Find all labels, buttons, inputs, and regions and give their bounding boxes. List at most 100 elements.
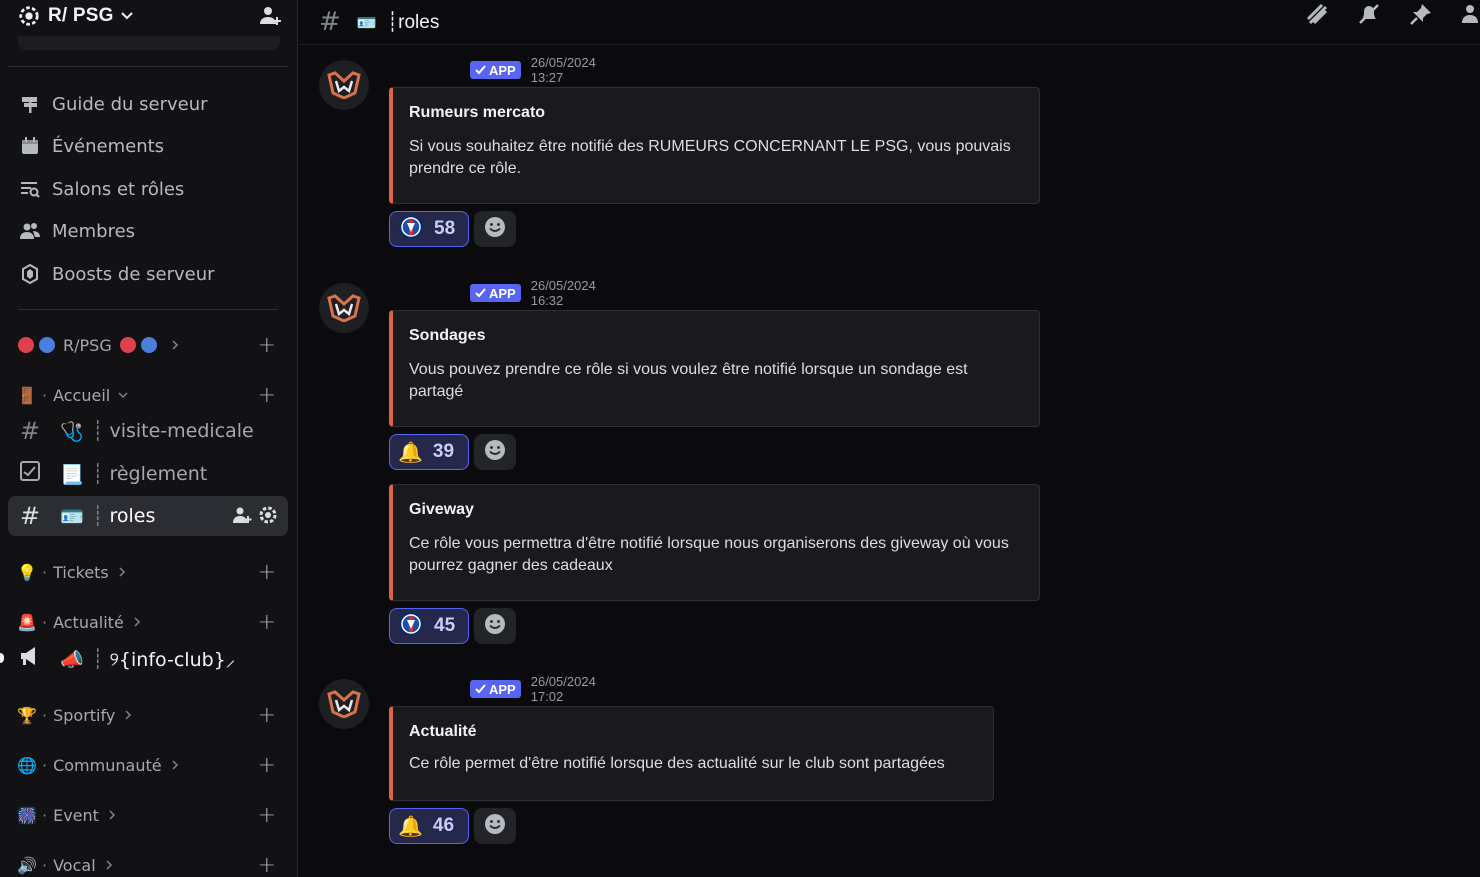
psg-crest-icon (398, 214, 424, 244)
rules-channel-icon (18, 460, 42, 488)
category-accueil[interactable]: 🚪 · Accueil + (17, 382, 280, 408)
reaction-count: 46 (432, 815, 455, 836)
threads-icon[interactable] (1304, 1, 1330, 31)
add-channel-icon[interactable]: + (258, 559, 276, 585)
mute-bell-icon[interactable] (1356, 1, 1382, 31)
category-label: Sportify (53, 705, 116, 725)
channel-label: roles (109, 505, 156, 527)
unread-indicator (0, 653, 4, 663)
reaction-count: 58 (434, 218, 456, 239)
avatar[interactable] (319, 60, 369, 110)
nav-label: Membres (52, 220, 136, 242)
category-event[interactable]: 🎆 · Event + (17, 802, 280, 828)
separator-dot: · (42, 562, 48, 582)
channel-separator: ┊ (92, 648, 104, 670)
category-tickets[interactable]: 💡 · Tickets + (17, 559, 280, 585)
reaction-button[interactable]: 🔔 46 (389, 808, 469, 844)
text-channel-icon: # (19, 417, 41, 445)
reaction-button[interactable]: 45 (389, 608, 469, 644)
text-channel-icon: # (19, 502, 41, 530)
add-channel-icon[interactable]: + (258, 752, 276, 778)
nav-server-boosts[interactable]: Boosts de serveur (8, 255, 288, 293)
member-list-icon[interactable] (1460, 1, 1480, 31)
embed-description: Si vous souhaitez être notifié des RUMEU… (409, 138, 1011, 177)
category-label: Actualité (53, 612, 124, 632)
scroll-shadow (18, 36, 280, 50)
chevron-right-icon (104, 860, 114, 870)
red-circle-icon (18, 337, 34, 353)
nav-members[interactable]: Membres (8, 212, 288, 250)
embed-title: Giveway (409, 501, 474, 518)
siren-icon: 🚨 (17, 612, 37, 632)
nav-label: Guide du serveur (52, 93, 208, 115)
fireworks-icon: 🎆 (17, 805, 37, 825)
door-icon: 🚪 (17, 385, 37, 405)
add-reaction-button[interactable] (474, 434, 516, 470)
calendar-icon (18, 134, 42, 158)
category-label: R/PSG (63, 335, 112, 355)
category-label: Event (53, 805, 99, 825)
invite-icon[interactable] (232, 505, 252, 530)
invite-people-icon[interactable] (258, 4, 282, 28)
channel-reglement[interactable]: 📃 ┊ règlement (8, 454, 288, 494)
embed-title: Rumeurs mercato (409, 104, 546, 121)
smiley-icon (484, 813, 506, 839)
add-reaction-button[interactable] (474, 808, 516, 844)
nav-label: Boosts de serveur (52, 263, 215, 285)
category-label: Tickets (53, 562, 109, 582)
category-communaute[interactable]: 🌐 · Communauté + (17, 752, 280, 778)
category-rpsg[interactable]: R/PSG + (18, 332, 280, 358)
embed-title: Actualité (409, 723, 477, 740)
embed: Rumeurs mercato Si vous souhaitez être n… (389, 87, 1040, 204)
avatar[interactable] (319, 679, 369, 729)
add-reaction-button[interactable] (474, 211, 516, 247)
channel-label: ୨{info-club}⸝ (109, 649, 236, 671)
nav-server-guide[interactable]: Guide du serveur (8, 85, 288, 123)
category-vocal[interactable]: 🔊 · Vocal + (17, 852, 280, 877)
add-channel-icon[interactable]: + (258, 382, 276, 408)
page-icon: 📃 (60, 463, 84, 486)
server-name: R/ PSG (48, 5, 114, 26)
reaction-button[interactable]: 🔔 39 (389, 434, 469, 470)
chevron-down-icon (118, 390, 128, 400)
category-label: Communauté (53, 755, 162, 775)
channel-visite-medicale[interactable]: # 🩺 ┊ visite-medicale (8, 411, 288, 451)
server-header[interactable]: R/ PSG (0, 0, 297, 32)
gear-icon[interactable] (258, 505, 278, 530)
separator-dot: · (42, 385, 48, 405)
category-actualite[interactable]: 🚨 · Actualité + (17, 609, 280, 635)
nav-events[interactable]: Événements (8, 127, 288, 165)
nav-channels-roles[interactable]: Salons et rôles (8, 170, 288, 208)
category-sportify[interactable]: 🏆 · Sportify + (17, 702, 280, 728)
reaction-button[interactable]: 58 (389, 211, 469, 247)
separator-dot: · (42, 755, 48, 775)
smiley-icon (484, 216, 506, 242)
chevron-right-icon (132, 617, 142, 627)
channel-separator: ┊ (92, 463, 104, 485)
channel-info-club[interactable]: 📣 ┊ ୨{info-club}⸝ (0, 639, 288, 679)
embed-description: Ce rôle vous permettra d'être notifié lo… (409, 535, 1009, 574)
add-channel-icon[interactable]: + (258, 852, 276, 877)
add-channel-icon[interactable]: + (258, 802, 276, 828)
channel-separator: ┊ (92, 505, 104, 527)
avatar[interactable] (319, 283, 369, 333)
add-channel-icon[interactable]: + (258, 609, 276, 635)
channel-header: # 🪪 ┊roles (299, 0, 1480, 45)
text-channel-icon: # (319, 7, 341, 37)
chevron-right-icon (170, 760, 180, 770)
channel-roles[interactable]: # 🪪 ┊ roles (8, 496, 288, 536)
chevron-down-icon (120, 9, 134, 23)
members-icon (18, 219, 42, 243)
chevron-right-icon (107, 810, 117, 820)
add-reaction-button[interactable] (474, 608, 516, 644)
add-channel-icon[interactable]: + (258, 332, 276, 358)
divider (18, 309, 278, 310)
reaction-count: 45 (434, 615, 456, 636)
lightbulb-icon: 💡 (17, 562, 37, 582)
pin-icon[interactable] (1408, 1, 1434, 31)
channel-separator: ┊ (92, 420, 104, 442)
add-channel-icon[interactable]: + (258, 702, 276, 728)
chevron-right-icon (170, 340, 180, 350)
nav-label: Événements (52, 135, 165, 157)
embed: Giveway Ce rôle vous permettra d'être no… (389, 484, 1040, 601)
